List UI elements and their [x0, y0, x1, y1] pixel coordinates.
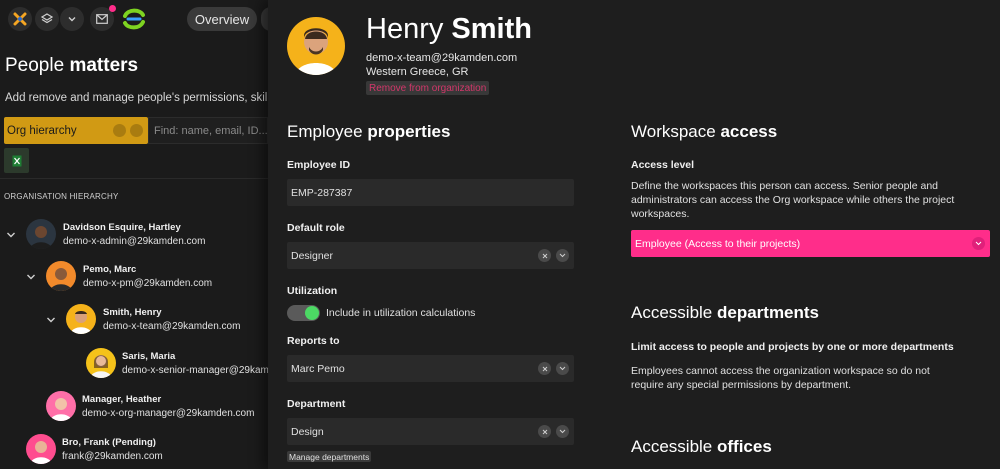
- mail-icon: [96, 14, 108, 24]
- department-select[interactable]: Design: [287, 418, 574, 445]
- avatar: [26, 219, 56, 249]
- person-email: demo-x-org-manager@29kamden.com: [82, 408, 255, 419]
- chevron-down-icon[interactable]: [556, 362, 569, 375]
- person-row[interactable]: Smith, Henry demo-x-team@29kamden.com: [46, 304, 268, 336]
- manage-departments-button[interactable]: Manage departments: [287, 451, 372, 462]
- messages-button[interactable]: [90, 5, 116, 31]
- avatar: [66, 304, 96, 334]
- page-title: People matters: [5, 55, 139, 76]
- accessible-offices-heading: Accessible offices: [631, 437, 772, 456]
- avatar: [86, 348, 116, 378]
- spreadsheet-icon: [12, 155, 21, 166]
- filter-value: Org hierarchy: [7, 124, 77, 137]
- employee-id-label: Employee ID: [287, 159, 351, 171]
- access-level-description: Define the workspaces this person can ac…: [631, 180, 955, 220]
- department-label: Department: [287, 398, 346, 410]
- person-name: Davidson Esquire, Hartley: [63, 222, 181, 233]
- access-level-value: Employee (Access to their projects): [635, 237, 801, 250]
- person-email: demo-x-pm@29kamden.com: [83, 278, 213, 289]
- department-value: Design: [291, 425, 324, 438]
- profile-name: Henry Smith: [366, 13, 532, 45]
- brand-logo-icon: [120, 5, 148, 33]
- departments-description: Employees cannot access the organization…: [631, 365, 930, 391]
- avatar: [26, 434, 56, 464]
- filter-dropdown-icon[interactable]: [130, 124, 143, 137]
- people-panel: Overview People matters Add remove and m…: [0, 0, 268, 469]
- employee-properties-heading: Employee properties: [287, 122, 451, 141]
- workspace-access-heading: Workspace access: [631, 122, 778, 141]
- person-row[interactable]: Manager, Heather demo-x-org-manager@29ka…: [46, 391, 268, 423]
- page-subtitle: Add remove and manage people's permissio…: [5, 92, 268, 104]
- person-email: demo-x-admin@29kamden.com: [63, 236, 206, 247]
- chevron-down-icon[interactable]: [46, 315, 56, 325]
- reports-to-value: Marc Pemo: [291, 362, 345, 375]
- notification-dot: [109, 5, 116, 12]
- person-row[interactable]: Bro, Frank (Pending) frank@29kamden.com: [26, 434, 268, 466]
- chevron-down-icon[interactable]: [6, 230, 16, 240]
- export-excel-button[interactable]: [4, 148, 29, 173]
- chevron-down-icon: [68, 17, 76, 22]
- profile-avatar: [287, 17, 345, 75]
- clear-filter-icon[interactable]: [113, 124, 126, 137]
- chevron-down-icon[interactable]: [556, 425, 569, 438]
- reports-to-label: Reports to: [287, 335, 340, 347]
- reports-to-select[interactable]: Marc Pemo: [287, 355, 574, 382]
- access-level-select[interactable]: Employee (Access to their projects): [631, 230, 990, 257]
- utilization-label: Utilization: [287, 285, 338, 297]
- person-email: demo-x-senior-manager@29kamden.com: [122, 365, 268, 376]
- person-email: demo-x-team@29kamden.com: [103, 321, 241, 332]
- person-detail-panel: Henry Smith demo-x-team@29kamden.com Wes…: [268, 0, 1000, 469]
- person-name: Manager, Heather: [82, 394, 162, 405]
- employee-id-input[interactable]: EMP-287387: [287, 179, 574, 206]
- accessible-departments-heading: Accessible departments: [631, 303, 820, 322]
- layers-button[interactable]: [35, 7, 59, 31]
- utilization-toggle-label: Include in utilization calculations: [326, 307, 476, 319]
- default-role-value: Designer: [291, 249, 334, 262]
- person-email: frank@29kamden.com: [62, 451, 163, 462]
- profile-email: demo-x-team@29kamden.com: [366, 52, 518, 64]
- avatar: [46, 261, 76, 291]
- chevron-down-icon[interactable]: [972, 237, 985, 250]
- person-name: Bro, Frank (Pending): [62, 437, 156, 448]
- default-role-label: Default role: [287, 222, 345, 234]
- clear-icon[interactable]: [538, 425, 551, 438]
- person-row[interactable]: Saris, Maria demo-x-senior-manager@29kam…: [86, 348, 268, 380]
- top-toolbar: Overview: [0, 0, 268, 38]
- toggle-knob: [305, 306, 319, 320]
- workspace-menu-button[interactable]: [60, 7, 84, 31]
- x-logo-icon: [13, 12, 27, 26]
- overview-tab[interactable]: Overview: [187, 7, 257, 31]
- avatar: [46, 391, 76, 421]
- profile-location: Western Greece, GR: [366, 66, 469, 78]
- layers-icon: [41, 13, 53, 24]
- view-filter-select[interactable]: Org hierarchy: [4, 117, 148, 144]
- person-name: Smith, Henry: [103, 307, 162, 318]
- utilization-toggle[interactable]: [287, 305, 320, 321]
- app-logo-button[interactable]: [8, 7, 32, 31]
- person-row[interactable]: Pemo, Marc demo-x-pm@29kamden.com: [26, 261, 268, 293]
- access-level-label: Access level: [631, 159, 695, 171]
- person-name: Saris, Maria: [122, 351, 176, 362]
- person-name: Pemo, Marc: [83, 264, 137, 275]
- clear-icon[interactable]: [538, 362, 551, 375]
- chevron-down-icon[interactable]: [26, 272, 36, 282]
- person-row[interactable]: Davidson Esquire, Hartley demo-x-admin@2…: [6, 219, 268, 251]
- search-input[interactable]: Find: name, email, ID...: [148, 117, 268, 144]
- default-role-select[interactable]: Designer: [287, 242, 574, 269]
- section-divider: [0, 178, 268, 179]
- clear-icon[interactable]: [538, 249, 551, 262]
- hierarchy-heading: ORGANISATION HIERARCHY: [4, 192, 119, 201]
- chevron-down-icon[interactable]: [556, 249, 569, 262]
- remove-from-org-button[interactable]: Remove from organization: [366, 81, 490, 95]
- limit-departments-label: Limit access to people and projects by o…: [631, 341, 954, 353]
- next-tab[interactable]: [261, 7, 268, 31]
